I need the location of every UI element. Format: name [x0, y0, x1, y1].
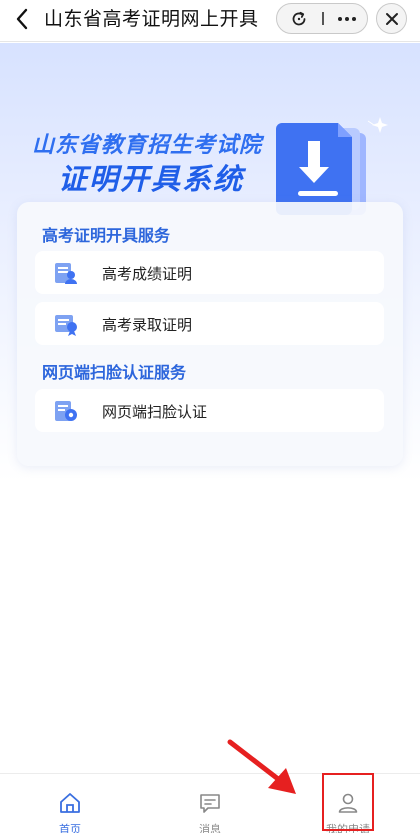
services-card: 高考证明开具服务 高考成绩证明 高考录取证明 网页端扫脸认证服务 网页端扫脸认证	[17, 202, 403, 466]
back-button[interactable]	[8, 4, 38, 34]
more-button[interactable]	[327, 4, 367, 33]
close-button[interactable]	[376, 3, 407, 34]
more-dots-icon	[338, 16, 356, 21]
admission-certificate-icon	[55, 315, 77, 336]
item-label: 高考录取证明	[102, 316, 193, 334]
home-icon	[60, 793, 80, 813]
section-title-certificates: 高考证明开具服务	[42, 226, 171, 245]
score-certificate-icon	[55, 263, 77, 284]
message-icon	[200, 794, 220, 813]
top-nav-bar: 山东省高考证明网上开具	[0, 0, 420, 42]
refresh-button[interactable]	[279, 4, 319, 33]
tab-label: 首页	[59, 823, 81, 833]
close-icon	[385, 12, 398, 25]
red-arrow-annotation	[227, 739, 296, 794]
list-item-score-certificate[interactable]: 高考成绩证明	[35, 251, 384, 294]
hero-title-line2: 证明开具系统	[58, 162, 245, 196]
list-item-face-scan[interactable]: 网页端扫脸认证	[35, 389, 384, 432]
face-scan-icon	[55, 401, 77, 421]
page-title: 山东省高考证明网上开具	[44, 8, 259, 30]
section-title-face-auth: 网页端扫脸认证服务	[42, 363, 187, 382]
chevron-left-icon	[16, 8, 28, 30]
item-label: 高考成绩证明	[102, 265, 193, 283]
item-label: 网页端扫脸认证	[102, 403, 208, 421]
hero-title-line1: 山东省教育招生考试院	[32, 133, 263, 158]
mini-program-capsule	[276, 3, 368, 34]
tab-label: 消息	[199, 823, 221, 833]
list-item-admission-certificate[interactable]: 高考录取证明	[35, 302, 384, 345]
refresh-icon	[292, 11, 306, 25]
capsule-divider	[322, 12, 324, 25]
tab-home[interactable]: 首页	[30, 774, 110, 833]
highlight-box-annotation	[322, 773, 374, 831]
